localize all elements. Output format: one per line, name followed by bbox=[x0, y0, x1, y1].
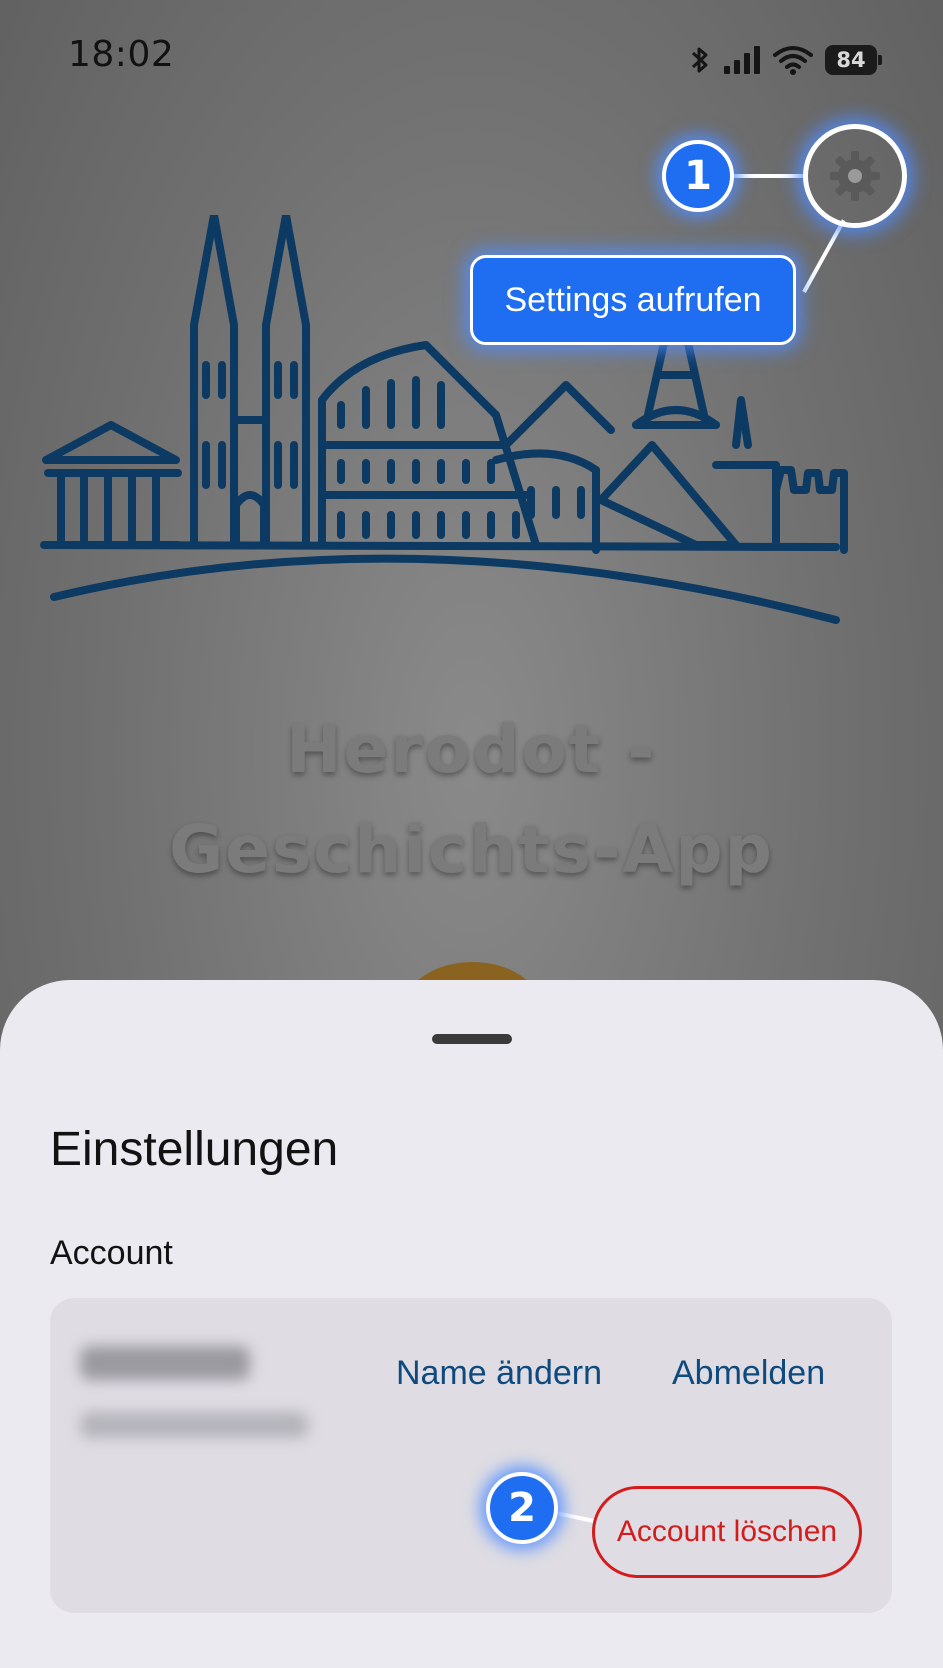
logout-button[interactable]: Abmelden bbox=[672, 1354, 825, 1393]
settings-button[interactable] bbox=[803, 124, 907, 228]
status-time: 18:02 bbox=[68, 34, 175, 75]
battery-icon: 84 bbox=[825, 45, 882, 75]
account-section-label: Account bbox=[50, 1234, 173, 1272]
status-icons: 84 bbox=[689, 40, 882, 80]
app-title-line2: Geschichts-App bbox=[169, 811, 774, 888]
callout-1-connector bbox=[732, 174, 808, 178]
delete-account-button[interactable]: Account löschen bbox=[592, 1486, 862, 1578]
sheet-title: Einstellungen bbox=[50, 1123, 339, 1176]
status-bar: 18:02 84 bbox=[0, 0, 943, 120]
bluetooth-icon bbox=[691, 47, 708, 73]
app-title: Herodot - Geschichts-App bbox=[0, 700, 943, 900]
step-2-badge: 2 bbox=[486, 1472, 558, 1544]
signal-icon bbox=[724, 46, 760, 74]
wifi-icon bbox=[773, 46, 813, 75]
step-1-badge: 1 bbox=[662, 140, 734, 212]
rename-button[interactable]: Name ändern bbox=[396, 1354, 602, 1393]
redacted-user-name bbox=[80, 1346, 250, 1380]
settings-callout-label: Settings aufrufen bbox=[470, 255, 796, 345]
redacted-user-email bbox=[80, 1412, 308, 1438]
app-screen: 18:02 84 Herodot - Geschichts-App 1 Sett… bbox=[0, 0, 943, 1668]
sheet-drag-handle[interactable] bbox=[432, 1034, 512, 1044]
app-title-line1: Herodot - bbox=[286, 711, 657, 788]
gear-icon bbox=[830, 151, 880, 201]
